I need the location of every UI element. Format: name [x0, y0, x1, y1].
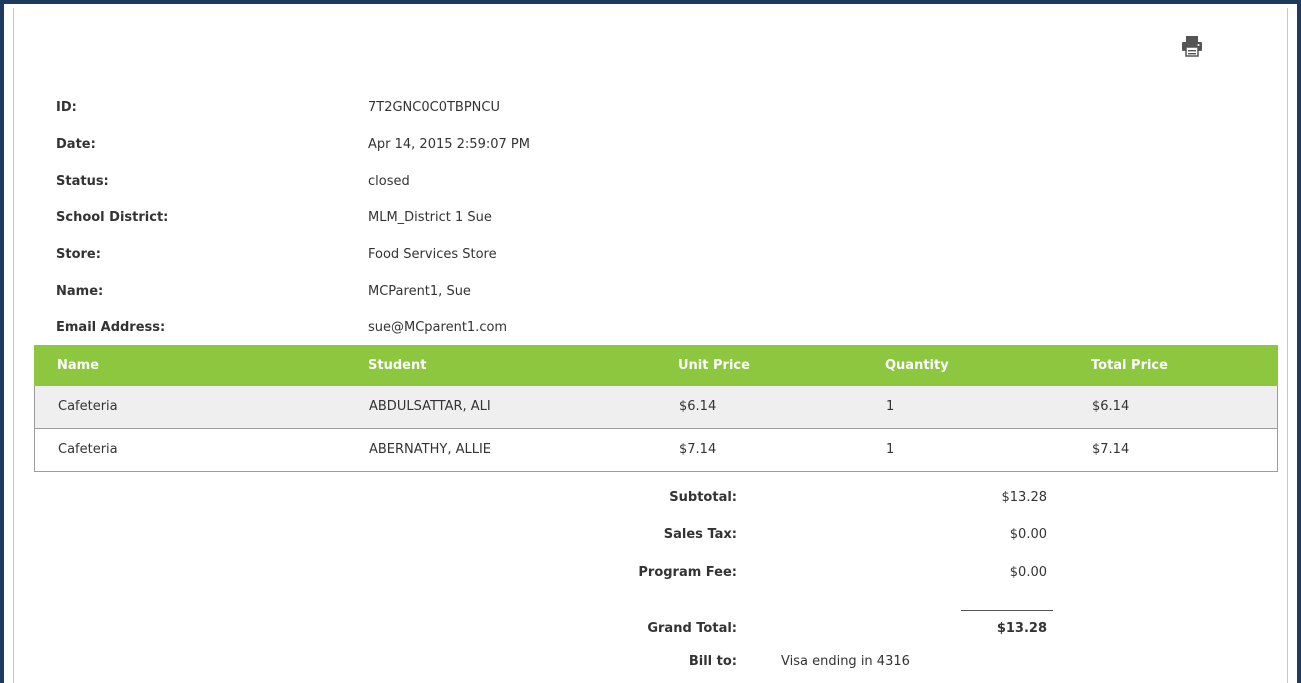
sales-tax-label: Sales Tax: — [663, 527, 737, 542]
cell-item-name: Cafeteria — [58, 442, 118, 457]
detail-label: ID: — [56, 100, 77, 115]
table-header: Name Student Unit Price Quantity Total P… — [34, 345, 1278, 386]
total-divider — [961, 610, 1053, 611]
detail-value: Apr 14, 2015 2:59:07 PM — [368, 137, 530, 152]
table-row: Cafeteria ABDULSATTAR, ALI $6.14 1 $6.14 — [35, 386, 1277, 428]
cell-item-name: Cafeteria — [58, 399, 118, 414]
grand-total-value: $13.28 — [996, 621, 1047, 636]
detail-value: Food Services Store — [368, 247, 497, 262]
cell-total-price: $6.14 — [1092, 399, 1130, 414]
detail-label: School District: — [56, 210, 169, 225]
cell-student: ABERNATHY, ALLIE — [369, 442, 492, 457]
detail-label: Name: — [56, 284, 104, 299]
header-total-price: Total Price — [1091, 358, 1168, 373]
frame-divider-right — [1287, 8, 1288, 683]
cell-quantity: 1 — [886, 399, 895, 414]
bill-to-value: Visa ending in 4316 — [781, 654, 910, 669]
grand-total-label: Grand Total: — [647, 621, 737, 636]
cell-quantity: 1 — [886, 442, 895, 457]
header-student: Student — [368, 358, 427, 373]
cell-student: ABDULSATTAR, ALI — [369, 399, 491, 414]
cell-unit-price: $7.14 — [679, 442, 717, 457]
detail-value: closed — [368, 174, 410, 189]
subtotal-label: Subtotal: — [669, 490, 737, 505]
header-name: Name — [57, 358, 100, 373]
detail-label: Date: — [56, 137, 96, 152]
print-button[interactable] — [1180, 34, 1204, 58]
program-fee-value: $0.00 — [1009, 565, 1047, 580]
receipt-frame — [0, 0, 1301, 683]
detail-value: MLM_District 1 Sue — [368, 210, 492, 225]
detail-value: 7T2GNC0C0TBPNCU — [368, 100, 500, 115]
bill-to-label: Bill to: — [688, 654, 737, 669]
order-items-table: Name Student Unit Price Quantity Total P… — [34, 345, 1278, 472]
program-fee-label: Program Fee: — [638, 565, 737, 580]
table-row: Cafeteria ABERNATHY, ALLIE $7.14 1 $7.14 — [35, 428, 1277, 471]
cell-total-price: $7.14 — [1092, 442, 1130, 457]
header-unit-price: Unit Price — [678, 358, 750, 373]
table-body: Cafeteria ABDULSATTAR, ALI $6.14 1 $6.14… — [34, 386, 1278, 472]
printer-icon — [1182, 36, 1202, 57]
detail-value: MCParent1, Sue — [368, 284, 471, 299]
detail-label: Email Address: — [56, 320, 166, 335]
detail-value: sue@MCparent1.com — [368, 320, 508, 335]
detail-label: Store: — [56, 247, 101, 262]
header-quantity: Quantity — [885, 358, 949, 373]
cell-unit-price: $6.14 — [679, 399, 717, 414]
sales-tax-value: $0.00 — [1009, 527, 1047, 542]
detail-label: Status: — [56, 174, 109, 189]
frame-divider-left — [13, 8, 14, 683]
subtotal-value: $13.28 — [1001, 490, 1048, 505]
